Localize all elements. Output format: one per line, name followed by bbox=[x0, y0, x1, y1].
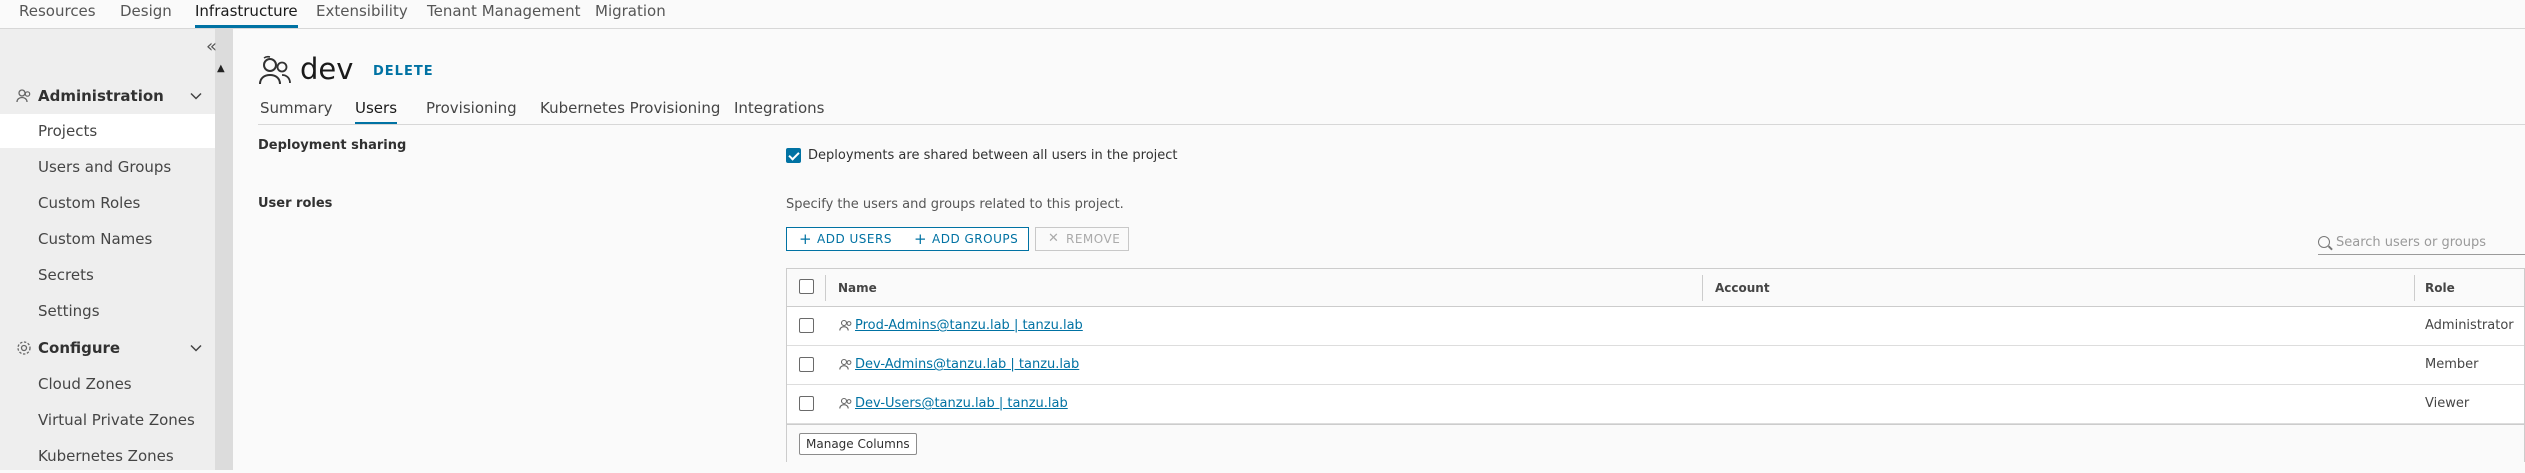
grid-header: Name Account Role bbox=[787, 269, 2524, 307]
add-groups-label: ADD GROUPS bbox=[932, 232, 1019, 246]
user-roles-description: Specify the users and groups related to … bbox=[786, 197, 1124, 212]
add-users-label: ADD USERS bbox=[817, 232, 892, 246]
sidebar-item-settings[interactable]: Settings bbox=[0, 294, 215, 328]
nav-tab-extensibility[interactable]: Extensibility bbox=[316, 0, 408, 28]
search-placeholder: Search users or groups bbox=[2336, 235, 2487, 250]
manage-columns-button[interactable]: Manage Columns bbox=[799, 433, 917, 455]
tab-provisioning[interactable]: Provisioning bbox=[426, 99, 517, 125]
nav-tab-infrastructure[interactable]: Infrastructure bbox=[195, 0, 298, 28]
table-row[interactable]: Dev-Admins@tanzu.lab | tanzu.lab Member bbox=[787, 346, 2524, 385]
sidebar-item-custom-names[interactable]: Custom Names bbox=[0, 222, 215, 256]
sidebar-group-label: Administration bbox=[38, 87, 164, 105]
users-icon bbox=[839, 319, 853, 334]
sidebar-scrollbar[interactable] bbox=[215, 29, 233, 470]
sidebar-group-administration[interactable]: Administration bbox=[0, 79, 215, 113]
tab-users[interactable]: Users bbox=[355, 99, 398, 125]
sidebar-item-virtual-private-zones[interactable]: Virtual Private Zones bbox=[0, 403, 215, 437]
users-icon bbox=[839, 397, 853, 412]
search-icon bbox=[2318, 236, 2330, 248]
select-all-checkbox[interactable] bbox=[799, 279, 814, 294]
sidebar-item-secrets[interactable]: Secrets bbox=[0, 258, 215, 292]
search-input[interactable]: Search users or groups bbox=[2318, 233, 2525, 255]
users-grid: Name Account Role Prod-Admins@tanzu.lab … bbox=[786, 268, 2525, 462]
user-group-link[interactable]: Dev-Admins@tanzu.lab | tanzu.lab bbox=[855, 357, 1079, 372]
plus-icon: + bbox=[914, 230, 928, 248]
user-group-link[interactable]: Prod-Admins@tanzu.lab | tanzu.lab bbox=[855, 318, 1083, 333]
table-row[interactable]: Prod-Admins@tanzu.lab | tanzu.lab Admini… bbox=[787, 307, 2524, 346]
sidebar-group-configure[interactable]: Configure bbox=[0, 331, 215, 365]
add-groups-button[interactable]: + ADD GROUPS bbox=[902, 227, 1029, 251]
page-title: dev bbox=[300, 52, 354, 86]
tabs-divider bbox=[258, 124, 2525, 125]
column-header-account[interactable]: Account bbox=[1715, 281, 1770, 295]
tab-integrations[interactable]: Integrations bbox=[734, 99, 824, 125]
deployment-sharing-checkbox-label: Deployments are shared between all users… bbox=[808, 148, 1178, 163]
row-checkbox[interactable] bbox=[799, 396, 814, 411]
tab-summary[interactable]: Summary bbox=[260, 99, 333, 125]
role-cell: Member bbox=[2425, 357, 2479, 372]
sidebar-group-label: Configure bbox=[38, 339, 121, 357]
sidebar-item-users-and-groups[interactable]: Users and Groups bbox=[0, 150, 215, 184]
plus-icon: + bbox=[799, 230, 813, 248]
scroll-up-arrow-icon[interactable]: ▲ bbox=[217, 63, 225, 74]
row-checkbox[interactable] bbox=[799, 318, 814, 333]
sidebar-item-cloud-zones[interactable]: Cloud Zones bbox=[0, 367, 215, 401]
users-icon bbox=[839, 358, 853, 373]
column-separator[interactable] bbox=[2414, 275, 2415, 301]
nav-tab-resources[interactable]: Resources bbox=[19, 0, 96, 28]
sidebar-item-projects[interactable]: Projects bbox=[0, 114, 215, 148]
column-separator[interactable] bbox=[1702, 275, 1703, 301]
sidebar-item-custom-roles[interactable]: Custom Roles bbox=[0, 186, 215, 220]
delete-button[interactable]: DELETE bbox=[373, 64, 434, 79]
column-header-role[interactable]: Role bbox=[2425, 281, 2455, 295]
user-group-link[interactable]: Dev-Users@tanzu.lab | tanzu.lab bbox=[855, 396, 1068, 411]
nav-tab-design[interactable]: Design bbox=[120, 0, 172, 28]
nav-tab-migration[interactable]: Migration bbox=[595, 0, 666, 28]
nav-tab-tenant-management[interactable]: Tenant Management bbox=[427, 0, 581, 28]
double-chevron-left-icon[interactable]: « bbox=[206, 36, 217, 57]
row-checkbox[interactable] bbox=[799, 357, 814, 372]
deployment-sharing-label: Deployment sharing bbox=[258, 138, 407, 153]
user-roles-label: User roles bbox=[258, 196, 333, 211]
users-icon bbox=[258, 55, 292, 87]
column-separator[interactable] bbox=[825, 275, 826, 301]
role-cell: Viewer bbox=[2425, 396, 2470, 411]
deployment-sharing-checkbox[interactable] bbox=[786, 148, 801, 163]
table-row[interactable]: Dev-Users@tanzu.lab | tanzu.lab Viewer bbox=[787, 385, 2524, 424]
grid-footer: Manage Columns bbox=[787, 424, 2524, 462]
add-users-button[interactable]: + ADD USERS bbox=[786, 227, 903, 251]
sidebar-item-kubernetes-zones[interactable]: Kubernetes Zones bbox=[0, 439, 215, 473]
close-icon: ✕ bbox=[1048, 231, 1060, 246]
remove-label: REMOVE bbox=[1066, 232, 1121, 246]
remove-button[interactable]: ✕ REMOVE bbox=[1035, 227, 1129, 251]
role-cell: Administrator bbox=[2425, 318, 2514, 333]
tab-kubernetes-provisioning[interactable]: Kubernetes Provisioning bbox=[540, 99, 720, 125]
column-header-name[interactable]: Name bbox=[838, 281, 877, 295]
top-nav: Resources Design Infrastructure Extensib… bbox=[0, 0, 2525, 29]
